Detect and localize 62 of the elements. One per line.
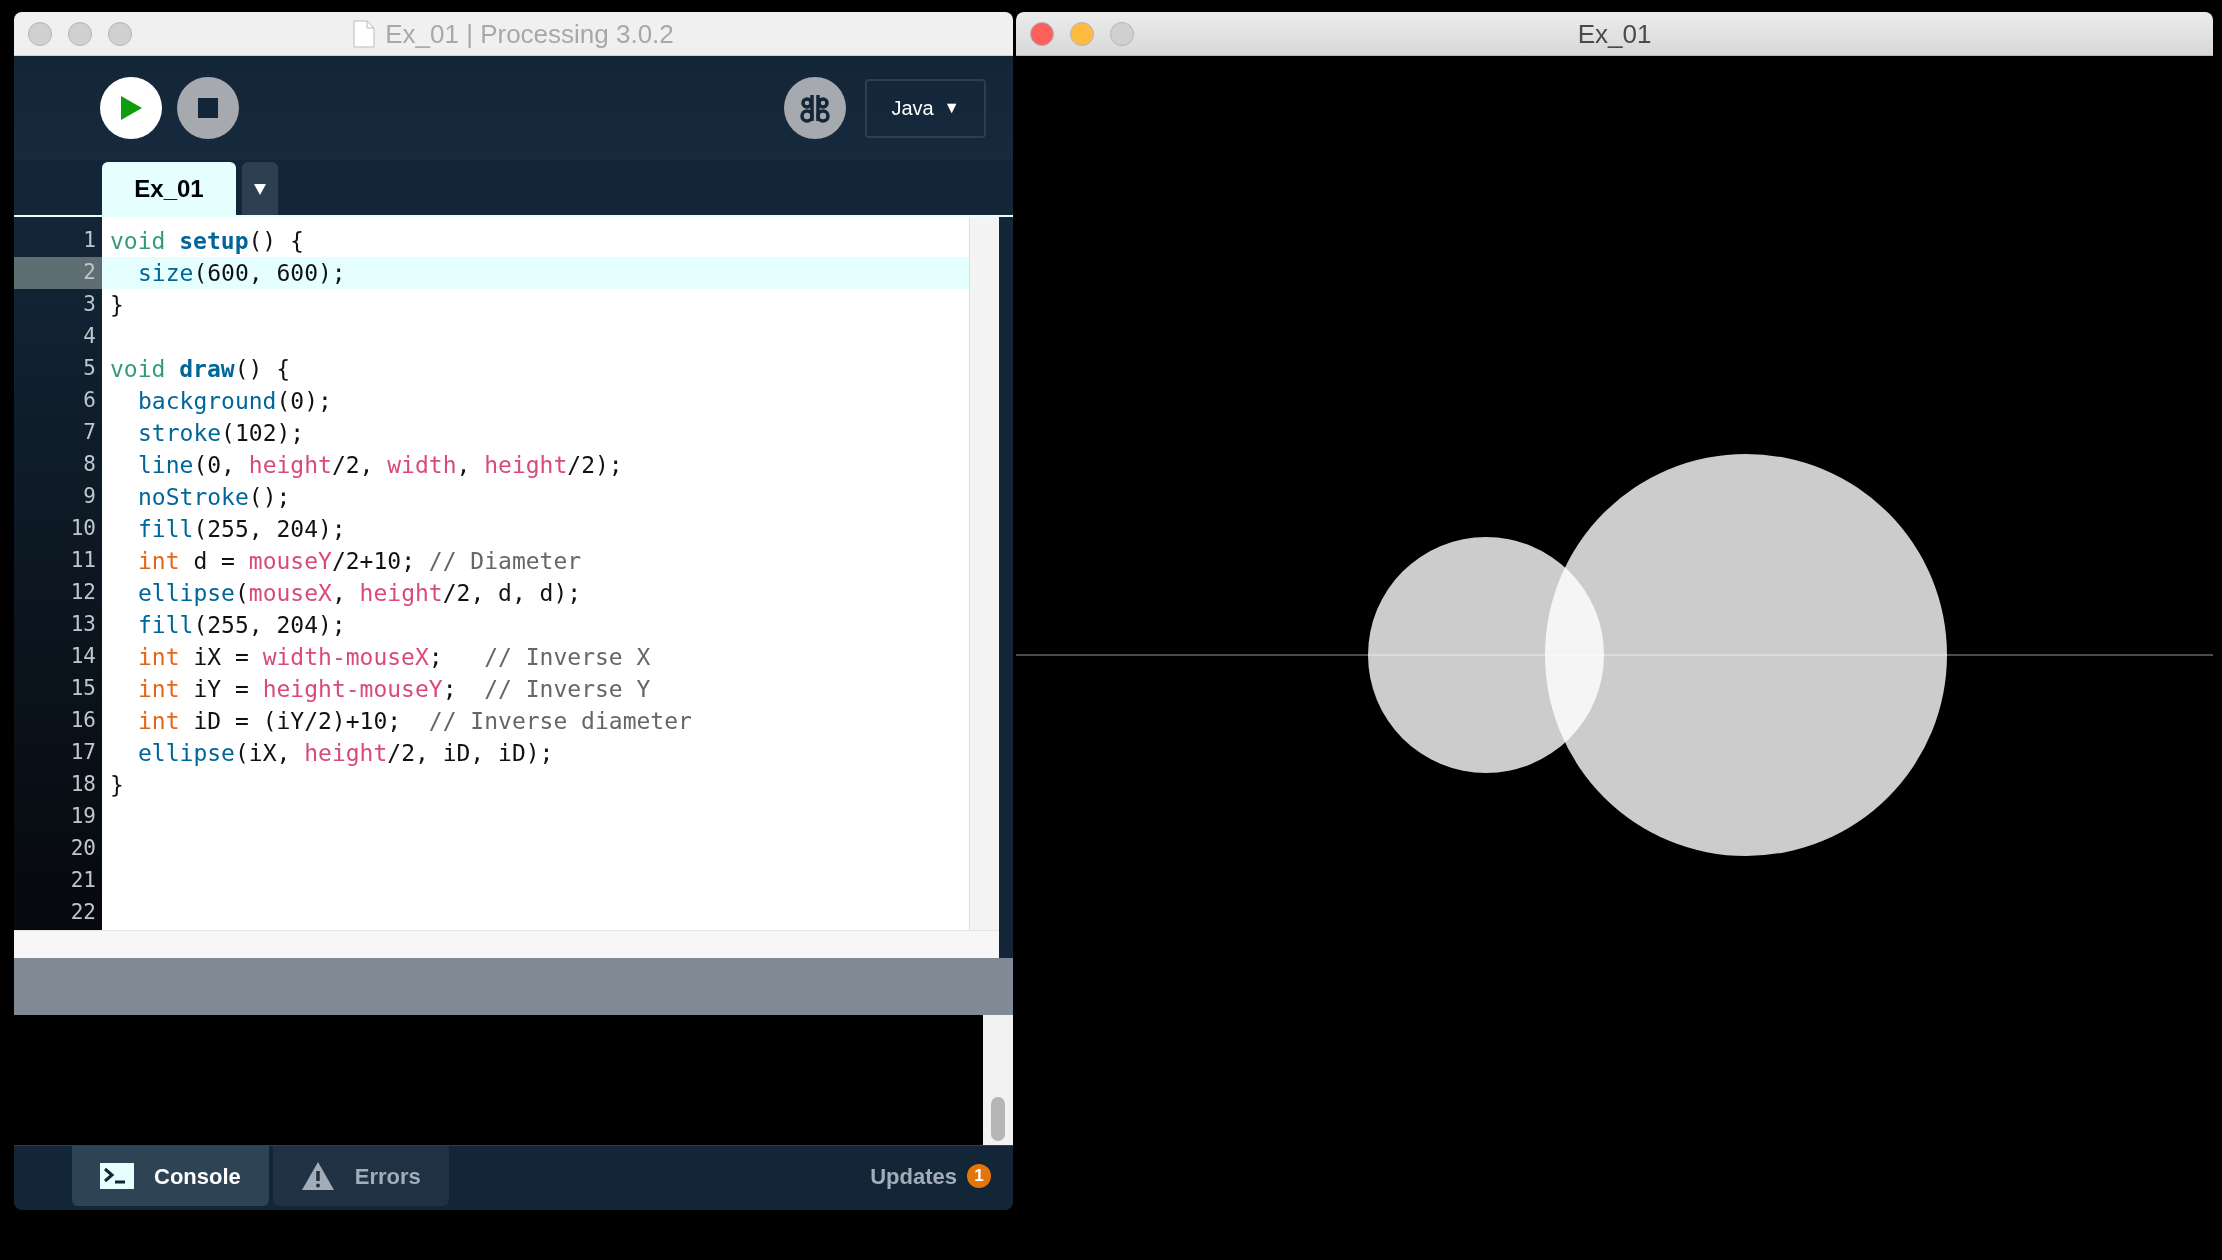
code-line: int d = mouseY/2+10; // Diameter <box>138 546 582 576</box>
line-number: 21 <box>70 867 96 895</box>
line-number: 6 <box>83 387 96 415</box>
line-number: 14 <box>70 643 96 671</box>
line-number: 15 <box>70 675 96 703</box>
code-line: int iX = width-mouseX; // Inverse X <box>138 642 651 672</box>
line-number: 4 <box>83 323 96 351</box>
tab-menu-button[interactable] <box>242 162 278 215</box>
warning-icon <box>300 1161 335 1191</box>
window-title: Ex_01 <box>1577 17 1652 51</box>
scrollbar-thumb <box>991 1097 1005 1141</box>
window-control-icon[interactable] <box>28 21 52 46</box>
terminal-icon <box>100 1163 134 1189</box>
window-control-icon[interactable] <box>108 21 132 46</box>
code-line: int iY = height-mouseY; // Inverse Y <box>138 674 651 704</box>
mode-dropdown[interactable]: Java ▼ <box>865 78 986 138</box>
window-control-icon[interactable] <box>1030 21 1054 46</box>
code-line: line(0, height/2, width, height/2); <box>138 450 623 480</box>
code-line: } <box>110 770 124 800</box>
code-line: background(0); <box>138 386 332 416</box>
line-number: 16 <box>70 707 96 735</box>
code-line: } <box>110 290 124 320</box>
window-control-icon[interactable] <box>1110 21 1134 46</box>
line-number: 18 <box>70 771 96 799</box>
line-number: 20 <box>70 835 96 863</box>
line-number: 22 <box>70 899 96 927</box>
line-number: 17 <box>70 739 96 767</box>
line-number: 12 <box>70 579 96 607</box>
line-number: 13 <box>70 611 96 639</box>
caret-icon <box>253 181 267 196</box>
line-number: 7 <box>83 419 96 447</box>
code-line: fill(255, 204); <box>138 514 346 544</box>
line-number: 19 <box>70 803 96 831</box>
line-number: 10 <box>70 515 96 543</box>
editor-tab[interactable]: Ex_01 <box>102 162 236 215</box>
update-count-badge: 1 <box>967 1164 991 1188</box>
line-number: 8 <box>83 451 96 479</box>
code-line: ellipse(mouseX, height/2, d, d); <box>138 578 582 608</box>
window-title: Ex_01 | Processing 3.0.2 <box>385 17 674 51</box>
window-control-icon[interactable] <box>68 21 92 46</box>
document-icon <box>353 20 376 48</box>
code-line: ellipse(iX, height/2, iD, iD); <box>138 738 554 768</box>
code-line: stroke(102); <box>138 418 305 448</box>
code-line: size(600, 600); <box>138 258 346 288</box>
window-control-icon[interactable] <box>1070 21 1094 46</box>
code-line: fill(255, 204); <box>138 610 346 640</box>
line-number: 5 <box>83 355 96 383</box>
panel-tab[interactable]: Console <box>72 1146 269 1206</box>
code-line: void draw() { <box>110 354 291 384</box>
line-number: 1 <box>83 227 96 255</box>
line-number: 3 <box>83 291 96 319</box>
line-number: 2 <box>83 259 96 287</box>
caret-icon: ▼ <box>943 96 960 120</box>
code-line: noStroke(); <box>138 482 291 512</box>
line-number: 11 <box>70 547 96 575</box>
stop-icon <box>198 98 218 118</box>
line-number: 9 <box>83 483 96 511</box>
panel-tab[interactable]: Errors <box>272 1146 449 1206</box>
code-line: void setup() { <box>110 226 304 256</box>
code-line: int iD = (iY/2)+10; // Inverse diameter <box>138 706 692 736</box>
updates-link[interactable]: Updates <box>870 1159 957 1193</box>
play-icon <box>119 95 143 121</box>
